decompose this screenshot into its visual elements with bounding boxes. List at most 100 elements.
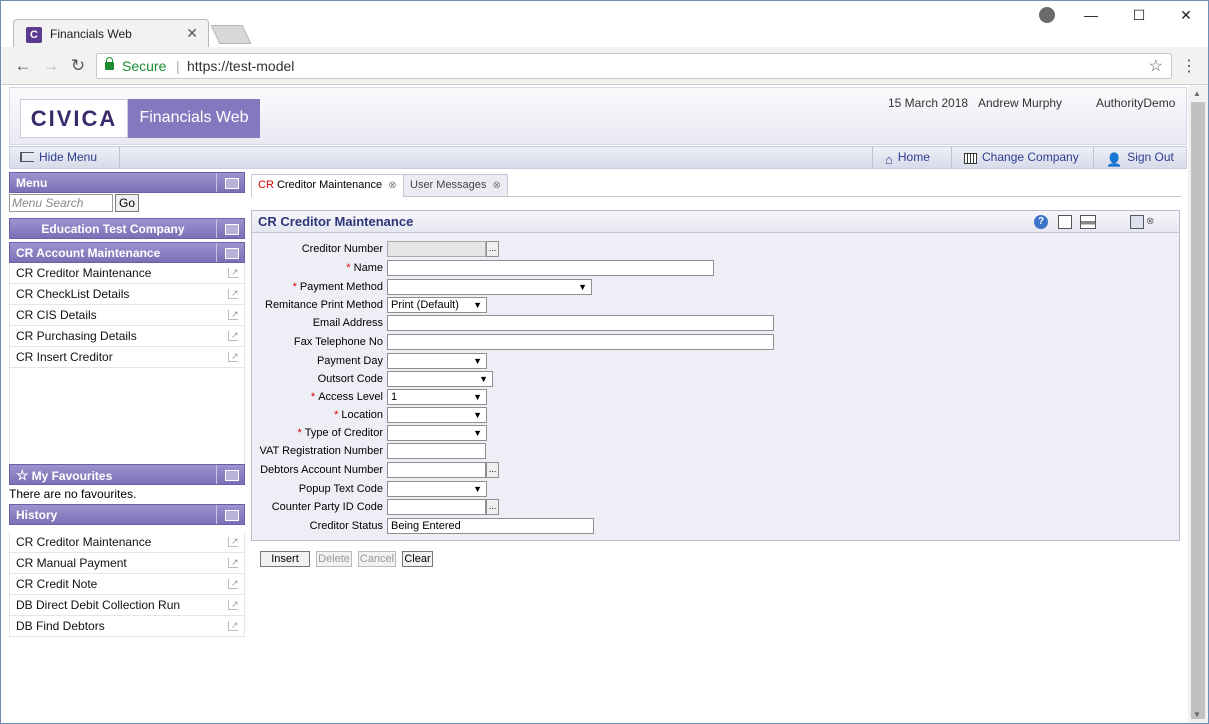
favourites-toggle-icon[interactable] [216, 465, 244, 484]
payment-day-select[interactable] [387, 353, 487, 369]
open-external-icon[interactable] [228, 262, 239, 283]
field-label: * Payment Method [293, 281, 383, 293]
tab-prefix: CR [258, 179, 274, 191]
print-icon[interactable] [1080, 215, 1096, 229]
scrollbar-thumb[interactable] [1191, 102, 1205, 719]
menu-search-input[interactable]: Menu Search [9, 194, 113, 212]
type-of-creditor-select[interactable] [387, 425, 487, 441]
page-scrollbar[interactable]: ▲ ▼ [1188, 86, 1208, 723]
history-item[interactable]: CR Manual Payment [9, 552, 245, 574]
sign-out-link[interactable]: 👤 Sign Out [1093, 147, 1188, 168]
name-row: * Name [252, 260, 383, 278]
payment-method-select[interactable] [387, 279, 592, 295]
favourites-header[interactable]: ☆ My Favourites [9, 464, 245, 485]
popup-text-select[interactable] [387, 481, 487, 497]
access-level-select[interactable]: 1 [387, 389, 487, 405]
menu-item[interactable]: CR Insert Creditor [9, 346, 245, 368]
field-label: * Name [346, 262, 383, 274]
hide-menu-button[interactable]: Hide Menu [10, 147, 120, 168]
creditor-status-row: Creditor Status [252, 518, 383, 536]
menu-item[interactable]: CR CheckList Details [9, 283, 245, 305]
scroll-up-icon[interactable]: ▲ [1193, 89, 1201, 98]
section-up-icon[interactable] [216, 243, 244, 262]
url-text: https://test-model [187, 58, 295, 74]
open-external-icon[interactable] [228, 346, 239, 367]
close-tab-icon[interactable]: ✕ [186, 25, 198, 42]
menu-item[interactable]: CR Creditor Maintenance [9, 262, 245, 284]
reload-icon[interactable]: ↻ [68, 56, 88, 76]
remittance-select[interactable]: Print (Default) [387, 297, 487, 313]
name-input[interactable] [387, 260, 714, 276]
creditor-number-lookup-button[interactable]: ... [486, 241, 499, 257]
scroll-down-icon[interactable]: ▼ [1193, 710, 1201, 719]
history-item[interactable]: CR Creditor Maintenance [9, 531, 245, 553]
close-window-icon[interactable]: ✕ [1176, 7, 1196, 24]
history-toggle-icon[interactable] [216, 505, 244, 524]
change-company-link[interactable]: Change Company [951, 147, 1094, 168]
bookmark-star-icon[interactable]: ☆ [1149, 56, 1163, 76]
open-external-icon[interactable] [228, 304, 239, 325]
forward-icon[interactable]: → [41, 56, 61, 76]
change-company-label: Change Company [982, 150, 1079, 164]
clear-button[interactable]: Clear [402, 551, 433, 567]
delete-button[interactable]: Delete [316, 551, 352, 567]
help-icon[interactable]: ? [1034, 215, 1048, 229]
history-item[interactable]: CR Credit Note [9, 573, 245, 595]
browser-menu-icon[interactable]: ⋮ [1181, 56, 1197, 76]
new-tab-button[interactable] [210, 25, 252, 44]
tab-user-messages[interactable]: User Messages ⊗ [403, 174, 508, 196]
maximize-icon[interactable]: ☐ [1129, 7, 1149, 24]
email-input[interactable] [387, 315, 774, 331]
header-date: 15 March 2018 [888, 96, 969, 110]
counter-party-lookup-button[interactable]: ... [486, 499, 499, 515]
product-name: Financials Web [128, 99, 260, 138]
address-bar[interactable]: Secure | https://test-model ☆ [96, 53, 1172, 79]
history-item[interactable]: DB Direct Debit Collection Run [9, 594, 245, 616]
creditor-number-input[interactable] [387, 241, 486, 257]
back-icon[interactable]: ← [13, 56, 33, 76]
left-menu-panel: Menu Menu Search Go Education Test Compa… [9, 172, 245, 637]
access-level-row: * Access Level [252, 389, 383, 407]
open-external-icon[interactable] [228, 531, 239, 552]
profile-icon[interactable] [1039, 7, 1055, 23]
vat-input[interactable] [387, 443, 486, 459]
menu-search-go-button[interactable]: Go [115, 194, 139, 212]
open-external-icon[interactable] [228, 573, 239, 594]
browser-tab[interactable]: C Financials Web ✕ [13, 19, 209, 48]
history-header[interactable]: History [9, 504, 245, 525]
open-external-icon[interactable] [228, 594, 239, 615]
company-toggle-icon[interactable] [216, 219, 244, 238]
location-row: * Location [252, 407, 383, 425]
tab-creditor-maintenance[interactable]: CR Creditor Maintenance ⊗ [251, 174, 404, 197]
minimize-icon[interactable]: — [1081, 7, 1101, 23]
open-external-icon[interactable] [228, 615, 239, 636]
sign-out-label: Sign Out [1127, 150, 1174, 164]
location-select[interactable] [387, 407, 487, 423]
cancel-button[interactable]: Cancel [358, 551, 396, 567]
menu-item[interactable]: CR Purchasing Details [9, 325, 245, 347]
account-maintenance-section[interactable]: CR Account Maintenance [9, 242, 245, 263]
type-of-creditor-row: * Type of Creditor [252, 425, 383, 443]
form-title-bar: CR Creditor Maintenance ? ⊗ [252, 211, 1179, 233]
open-external-icon[interactable] [228, 283, 239, 304]
open-external-icon[interactable] [228, 325, 239, 346]
close-tab-icon[interactable]: ⊗ [492, 180, 500, 191]
menu-collapse-icon[interactable] [216, 173, 244, 192]
close-panel-icon[interactable]: ⊗ [1146, 215, 1160, 229]
history-item[interactable]: DB Find Debtors [9, 615, 245, 637]
company-name: Education Test Company [41, 222, 185, 236]
document-icon[interactable] [1058, 215, 1072, 229]
close-tab-icon[interactable]: ⊗ [388, 180, 396, 191]
counter-party-input[interactable] [387, 499, 486, 515]
company-header[interactable]: Education Test Company [9, 218, 245, 239]
open-external-icon[interactable] [228, 552, 239, 573]
debtors-account-input[interactable] [387, 462, 486, 478]
outsort-select[interactable] [387, 371, 493, 387]
debtors-account-lookup-button[interactable]: ... [486, 462, 499, 478]
window-restore-icon[interactable] [1130, 215, 1144, 229]
creditor-status-input[interactable]: Being Entered [387, 518, 594, 534]
required-mark: * [297, 427, 302, 439]
fax-input[interactable] [387, 334, 774, 350]
insert-button[interactable]: Insert [260, 551, 310, 567]
menu-item[interactable]: CR CIS Details [9, 304, 245, 326]
